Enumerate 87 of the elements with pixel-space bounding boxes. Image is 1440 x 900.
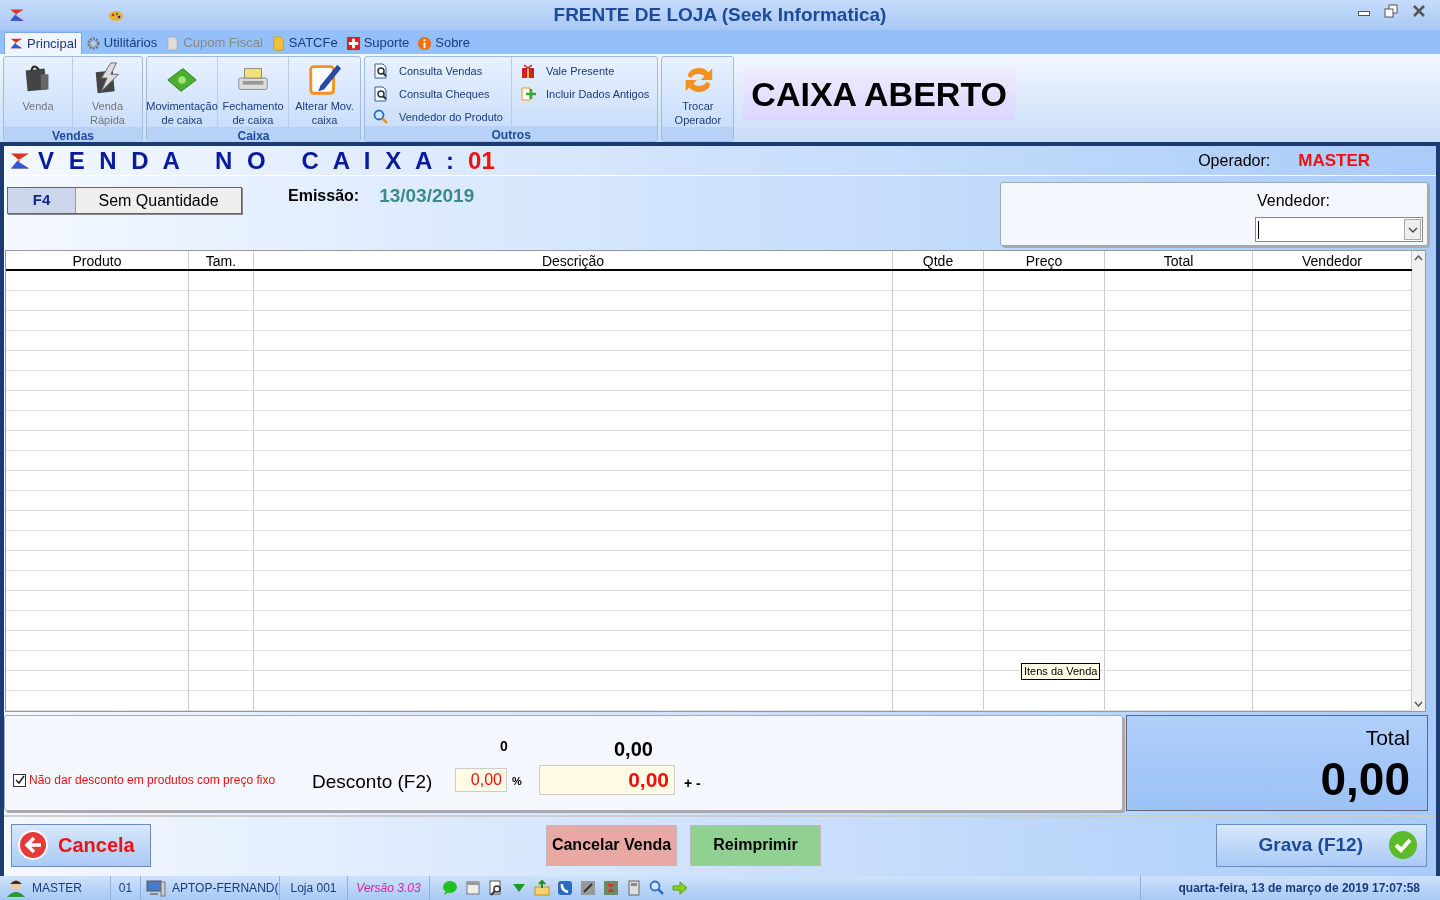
ribbon-group-label: Vendas bbox=[52, 129, 94, 143]
ribbon-button[interactable]: Trocar Operador bbox=[662, 57, 734, 127]
status-store: Loja 001 bbox=[290, 880, 337, 897]
ribbon-group-label: Caixa bbox=[237, 129, 270, 143]
column-header[interactable]: Qtde bbox=[893, 251, 984, 269]
search-icon[interactable] bbox=[649, 880, 665, 896]
chat-bubble-icon[interactable] bbox=[442, 880, 458, 896]
reprint-button[interactable]: Reimprimir bbox=[690, 824, 821, 866]
quantity-mode-control[interactable]: F4 Sem Quantidade bbox=[7, 187, 242, 214]
plus-icon bbox=[345, 35, 361, 51]
sale-title: V E N D A N O C A I X A : bbox=[38, 145, 459, 176]
mail-upload-icon[interactable] bbox=[534, 880, 550, 896]
ribbon-button[interactable]: Consulta Cheques bbox=[373, 85, 503, 103]
seller-dropdown[interactable] bbox=[1255, 217, 1423, 242]
vertical-scrollbar[interactable] bbox=[1412, 251, 1425, 711]
column-header[interactable]: Produto bbox=[6, 251, 189, 269]
subtotal-value: 0,00 bbox=[614, 737, 653, 762]
ribbon-button[interactable]: Consulta Vendas bbox=[373, 62, 503, 80]
menu-tab[interactable]: SATCFe bbox=[266, 32, 342, 54]
column-header[interactable]: Preço bbox=[984, 251, 1105, 269]
window-title: FRENTE DE LOJA (Seek Informatica) bbox=[553, 2, 887, 27]
plus-minus-sign: + - bbox=[684, 774, 701, 793]
right-arrow-icon[interactable] bbox=[672, 880, 688, 896]
logo-icon bbox=[8, 6, 26, 24]
discount-value-field[interactable]: 0,00 bbox=[539, 765, 675, 795]
operator-name: MASTER bbox=[1298, 149, 1370, 172]
zoom-document-icon[interactable] bbox=[488, 880, 504, 896]
operator-label: Operador: bbox=[1198, 150, 1271, 171]
menu-tab[interactable]: Principal bbox=[4, 32, 82, 54]
scroll-down-icon bbox=[1414, 701, 1423, 707]
column-header[interactable]: Descrição bbox=[254, 251, 893, 269]
checkbox-label: Não dar desconto em produtos com preço fixo bbox=[29, 772, 276, 789]
register-number: 01 bbox=[468, 145, 495, 176]
status-datetime: quarta-feira, 13 de março de 2019 17:07:58 bbox=[1178, 880, 1420, 897]
status-register: 01 bbox=[118, 880, 133, 897]
restore-icon bbox=[1384, 4, 1398, 18]
column-header[interactable]: Total bbox=[1105, 251, 1253, 269]
logo-icon bbox=[9, 36, 24, 51]
minimize-icon bbox=[1358, 11, 1370, 16]
checkmark-icon bbox=[14, 775, 25, 785]
calculator-icon[interactable] bbox=[626, 880, 642, 896]
percent-sign: % bbox=[512, 774, 522, 789]
dropdown-caret-icon bbox=[1407, 226, 1418, 233]
ribbon-button[interactable]: Vendedor do Produto bbox=[373, 108, 503, 126]
document-add-icon bbox=[520, 86, 536, 102]
computer-icon bbox=[146, 879, 166, 897]
user-icon bbox=[6, 879, 26, 897]
phone-icon[interactable] bbox=[557, 880, 573, 896]
ribbon-group-label: Outros bbox=[491, 128, 531, 142]
ribbon-button[interactable]: Incluir Dados Antigos bbox=[520, 85, 650, 103]
save-button[interactable]: Grava (F12) bbox=[1216, 823, 1427, 867]
info-icon bbox=[417, 35, 433, 51]
scroll-up-icon bbox=[1414, 255, 1423, 261]
seller-label: Vendedor: bbox=[1257, 191, 1330, 211]
issue-date: 13/03/2019 bbox=[379, 184, 475, 208]
checkmark-icon bbox=[1388, 830, 1418, 860]
total-value: 0,00 bbox=[1320, 753, 1410, 804]
close-icon bbox=[1412, 4, 1426, 18]
discount-label: Desconto (F2) bbox=[312, 770, 433, 794]
cancel-sale-button[interactable]: Cancelar Venda bbox=[546, 824, 677, 866]
document-search-icon bbox=[373, 86, 389, 102]
status-computer: APTOP-FERNAND( bbox=[172, 880, 279, 897]
search-icon bbox=[373, 109, 389, 125]
window-icon[interactable] bbox=[465, 880, 481, 896]
checkbox[interactable] bbox=[13, 773, 26, 787]
tooltip: Itens da Venda bbox=[1021, 663, 1101, 680]
document-search-icon bbox=[373, 63, 389, 79]
menu-tab[interactable]: Sobre bbox=[413, 32, 474, 54]
total-label: Total bbox=[1365, 725, 1410, 751]
gift-icon bbox=[520, 63, 536, 79]
ribbon-button[interactable]: Vale Presente bbox=[520, 62, 650, 80]
menu-tab[interactable]: Utilitários bbox=[81, 32, 162, 54]
status-banner: CAIXA ABERTO bbox=[743, 68, 1015, 120]
column-header[interactable]: Tam. bbox=[189, 251, 254, 269]
ribbon-group-footer bbox=[662, 127, 734, 141]
discount-percent-field[interactable]: 0,00 bbox=[455, 768, 507, 792]
status-user: MASTER bbox=[32, 880, 82, 897]
page-icon bbox=[270, 35, 286, 51]
item-count: 0 bbox=[500, 737, 508, 756]
menu-tab[interactable]: Suporte bbox=[341, 32, 414, 54]
ribbon-button[interactable]: Alterar Mov. caixa bbox=[289, 57, 360, 127]
issue-label: Emissão: bbox=[288, 186, 360, 206]
status-version: Versão 3.03 bbox=[356, 880, 421, 897]
page-icon bbox=[165, 35, 181, 51]
logo-icon[interactable] bbox=[603, 880, 619, 896]
gear-icon bbox=[85, 35, 101, 51]
tool-icon[interactable] bbox=[580, 880, 596, 896]
